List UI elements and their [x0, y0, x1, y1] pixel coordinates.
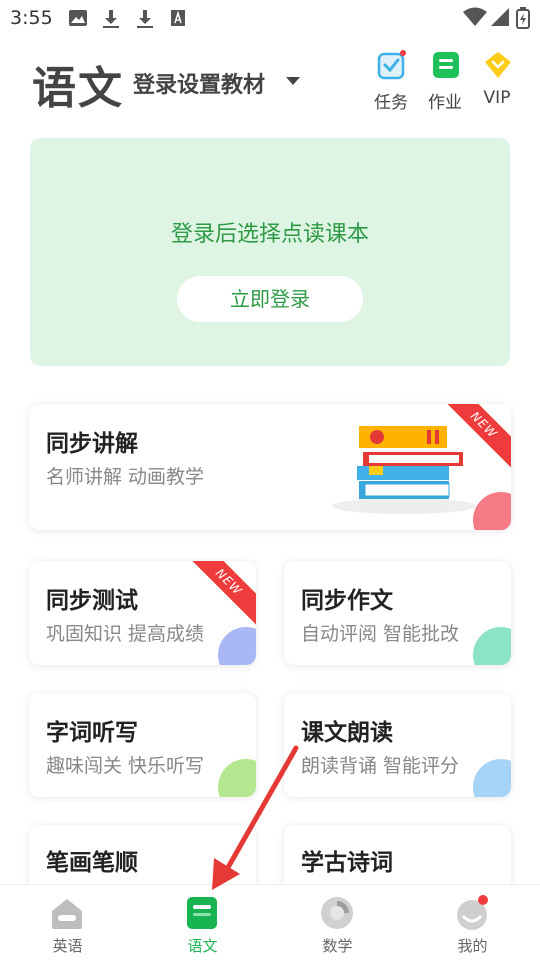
task-label: 任务: [374, 93, 408, 113]
image-notification-icon: [69, 10, 87, 26]
card-title: 同步测试: [46, 588, 138, 614]
battery-icon: [516, 7, 530, 29]
nav-label: 我的: [457, 937, 488, 955]
card-title: 笔画笔顺: [46, 850, 138, 876]
card-title: 同步作文: [301, 588, 393, 614]
homework-label: 作业: [428, 93, 462, 113]
card-subtitle: 名师讲解 动画教学: [46, 466, 205, 488]
vip-label: VIP: [483, 88, 511, 108]
textbook-selector[interactable]: 登录设置教材: [133, 67, 265, 99]
login-button[interactable]: 立即登录: [177, 276, 363, 322]
profile-icon: [457, 895, 488, 930]
card-corner-decoration: [473, 627, 511, 665]
nav-item-profile[interactable]: 我的: [405, 885, 540, 960]
feature-card-text-reading[interactable]: 课文朗读 朗读背诵 智能评分: [284, 693, 511, 797]
feature-card-sync-test[interactable]: 同步测试 巩固知识 提高成绩 NEW: [29, 561, 256, 665]
status-bar: 3:55: [0, 0, 540, 36]
card-subtitle: 趣味闯关 快乐听写: [46, 755, 205, 777]
home-icon: [52, 899, 82, 929]
card-title: 同步讲解: [46, 431, 138, 457]
books-illustration-icon: [332, 426, 476, 514]
card-corner-decoration: [473, 759, 511, 797]
task-button[interactable]: 任务: [366, 50, 416, 113]
card-title: 字词听写: [46, 720, 138, 746]
feature-card-sync-essay[interactable]: 同步作文 自动评阅 智能批改: [284, 561, 511, 665]
chevron-down-icon[interactable]: [286, 77, 300, 85]
task-checkbox-icon: [377, 50, 406, 80]
nav-label: 语文: [187, 937, 218, 955]
download-icon: [103, 10, 119, 28]
wifi-icon: [463, 7, 487, 26]
annotation-arrow-icon: [212, 745, 299, 890]
card-subtitle: 朗读背诵 智能评分: [301, 755, 460, 777]
card-corner-decoration: [218, 627, 256, 665]
page-title: 语文: [32, 63, 124, 114]
status-time: 3:55: [10, 7, 53, 29]
math-icon: [321, 897, 353, 929]
card-title: 学古诗词: [301, 850, 393, 876]
nav-label: 英语: [52, 937, 83, 955]
font-notification-icon: [171, 10, 185, 26]
card-subtitle: 巩固知识 提高成绩: [46, 623, 205, 645]
feature-card-sync-lecture[interactable]: 同步讲解 名师讲解 动画教学 NEW: [29, 404, 511, 530]
homework-icon: [433, 52, 459, 78]
book-icon: [187, 897, 217, 929]
card-title: 课文朗读: [301, 720, 393, 746]
login-banner: 登录后选择点读课本 立即登录: [30, 138, 510, 366]
card-subtitle: 自动评阅 智能批改: [301, 623, 460, 645]
vip-diamond-icon: [485, 52, 511, 78]
vip-button[interactable]: VIP: [472, 50, 522, 112]
homework-button[interactable]: 作业: [420, 50, 470, 113]
nav-item-english[interactable]: 英语: [0, 885, 135, 960]
banner-text: 登录后选择点读课本: [170, 222, 369, 247]
signal-icon: [491, 8, 509, 26]
nav-label: 数学: [322, 937, 353, 955]
download-icon: [137, 10, 153, 28]
